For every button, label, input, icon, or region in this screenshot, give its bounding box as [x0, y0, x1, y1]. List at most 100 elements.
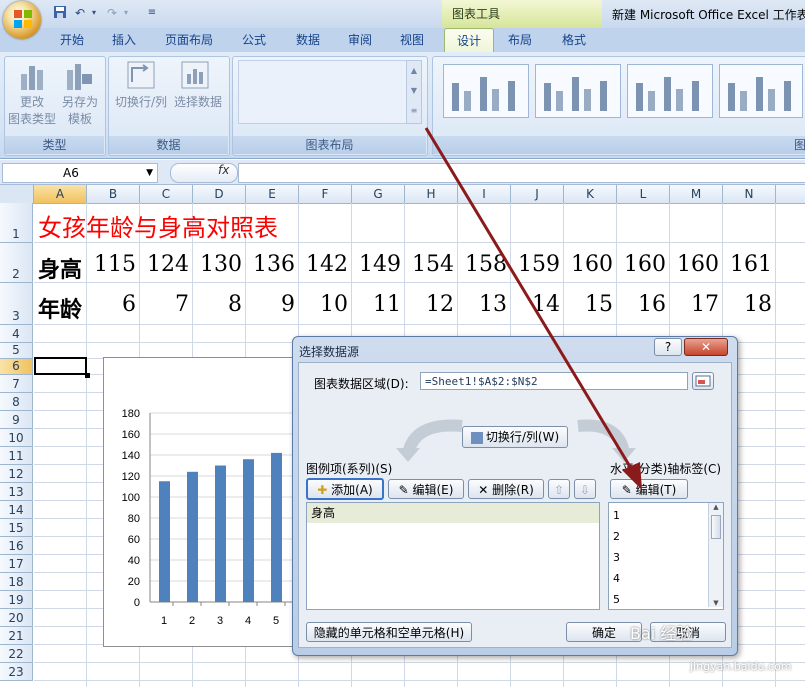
- customize-qat-icon[interactable]: ≡: [144, 5, 160, 21]
- undo-dropdown-icon[interactable]: ▾: [86, 5, 102, 21]
- chart-style-4[interactable]: [719, 64, 803, 118]
- chart-bar[interactable]: [215, 465, 226, 603]
- tab-page-layout[interactable]: 页面布局: [160, 30, 218, 50]
- column-header-n[interactable]: N: [723, 185, 776, 204]
- height-value-cell[interactable]: 161: [725, 252, 772, 277]
- age-value-cell[interactable]: 8: [195, 292, 242, 317]
- column-header-j[interactable]: J: [511, 185, 564, 204]
- row-header-6[interactable]: 6: [0, 359, 33, 375]
- height-value-cell[interactable]: 154: [407, 252, 454, 277]
- column-header-m[interactable]: M: [670, 185, 723, 204]
- switch-row-column-dialog-button[interactable]: 切换行/列(W): [462, 426, 568, 448]
- save-as-template-button[interactable]: 另存为 模板: [56, 94, 104, 128]
- office-button[interactable]: [3, 1, 41, 39]
- row-header-23[interactable]: 23: [0, 663, 33, 681]
- change-chart-type-button[interactable]: 更改 图表类型: [6, 94, 58, 128]
- tab-view[interactable]: 视图: [392, 30, 432, 50]
- column-header-d[interactable]: D: [193, 185, 246, 204]
- row-header-5[interactable]: 5: [0, 343, 33, 359]
- chevron-down-icon[interactable]: ▼: [146, 164, 153, 182]
- age-value-cell[interactable]: 7: [142, 292, 189, 317]
- height-value-cell[interactable]: 158: [460, 252, 507, 277]
- row-header-12[interactable]: 12: [0, 465, 33, 483]
- column-header-a[interactable]: A: [34, 185, 87, 204]
- row-header-20[interactable]: 20: [0, 609, 33, 627]
- axis-label-item[interactable]: 4: [613, 568, 620, 589]
- active-cell-a6[interactable]: [34, 357, 87, 375]
- row-header-22[interactable]: 22: [0, 645, 33, 663]
- chart-style-1[interactable]: [443, 64, 529, 118]
- age-value-cell[interactable]: 14: [513, 292, 560, 317]
- chart-style-3[interactable]: [627, 64, 713, 118]
- range-input[interactable]: =Sheet1!$A$2:$N$2: [420, 372, 688, 390]
- delete-series-button[interactable]: ✕ 删除(R): [468, 479, 544, 499]
- column-header-i[interactable]: I: [458, 185, 511, 204]
- height-value-cell[interactable]: 136: [248, 252, 295, 277]
- height-value-cell[interactable]: 130: [195, 252, 242, 277]
- row-header-17[interactable]: 17: [0, 555, 33, 573]
- column-header-b[interactable]: B: [87, 185, 140, 204]
- hidden-empty-cells-button[interactable]: 隐藏的单元格和空单元格(H): [306, 622, 472, 642]
- redo-dropdown-icon[interactable]: ▾: [118, 5, 134, 21]
- column-header-k[interactable]: K: [564, 185, 617, 204]
- name-box[interactable]: A6 ▼: [2, 163, 158, 183]
- axis-list-scrollbar[interactable]: ▲ ▼: [708, 503, 723, 607]
- column-header-f[interactable]: F: [299, 185, 352, 204]
- row-header-13[interactable]: 13: [0, 483, 33, 501]
- fill-handle[interactable]: [85, 373, 90, 378]
- tab-format[interactable]: 格式: [554, 30, 594, 50]
- move-down-button[interactable]: ⇩: [574, 479, 596, 499]
- row-header-16[interactable]: 16: [0, 537, 33, 555]
- age-value-cell[interactable]: 13: [460, 292, 507, 317]
- column-header-c[interactable]: C: [140, 185, 193, 204]
- age-value-cell[interactable]: 12: [407, 292, 454, 317]
- row-header-14[interactable]: 14: [0, 501, 33, 519]
- column-header-e[interactable]: E: [246, 185, 299, 204]
- move-up-button[interactable]: ⇧: [548, 479, 570, 499]
- tab-insert[interactable]: 插入: [104, 30, 144, 50]
- help-button[interactable]: ?: [654, 338, 682, 356]
- axis-label-item[interactable]: 1: [613, 505, 620, 526]
- row-header-8[interactable]: 8: [0, 393, 33, 411]
- chart-layout-gallery[interactable]: [238, 60, 408, 124]
- height-value-cell[interactable]: 159: [513, 252, 560, 277]
- row-header-18[interactable]: 18: [0, 573, 33, 591]
- row-header-19[interactable]: 19: [0, 591, 33, 609]
- chart-bar[interactable]: [271, 452, 282, 602]
- height-value-cell[interactable]: 149: [354, 252, 401, 277]
- age-value-cell[interactable]: 6: [89, 292, 136, 317]
- row-header-9[interactable]: 9: [0, 411, 33, 429]
- column-header-h[interactable]: H: [405, 185, 458, 204]
- close-button[interactable]: ✕: [684, 338, 728, 356]
- tab-formulas[interactable]: 公式: [234, 30, 274, 50]
- tab-layout[interactable]: 布局: [500, 30, 540, 50]
- add-series-button[interactable]: ✚ 添加(A): [306, 478, 384, 500]
- embedded-chart[interactable]: 0 20 40 60 80 100 120 140 160 180 1 2 3 4 5: [103, 357, 305, 647]
- series-item[interactable]: 身高: [307, 503, 599, 523]
- tab-data[interactable]: 数据: [288, 30, 328, 50]
- row-header-1[interactable]: 1: [0, 203, 33, 243]
- save-icon[interactable]: [52, 5, 68, 21]
- scroll-thumb[interactable]: [711, 515, 721, 539]
- height-value-cell[interactable]: 160: [566, 252, 613, 277]
- tab-review[interactable]: 审阅: [340, 30, 380, 50]
- row-header-4[interactable]: 4: [0, 325, 33, 343]
- edit-axis-labels-button[interactable]: ✎ 编辑(T): [610, 479, 688, 499]
- axis-label-item[interactable]: 2: [613, 526, 620, 547]
- height-value-cell[interactable]: 160: [672, 252, 719, 277]
- age-value-cell[interactable]: 11: [354, 292, 401, 317]
- height-value-cell[interactable]: 124: [142, 252, 189, 277]
- row-header-21[interactable]: 21: [0, 627, 33, 645]
- chart-style-2[interactable]: [535, 64, 621, 118]
- tab-design[interactable]: 设计: [444, 28, 494, 53]
- column-header-overflow[interactable]: [776, 185, 805, 204]
- select-all-corner[interactable]: [0, 185, 34, 204]
- row-header-3[interactable]: 3: [0, 283, 33, 325]
- scroll-up-icon[interactable]: ▲: [709, 503, 723, 511]
- age-value-cell[interactable]: 10: [301, 292, 348, 317]
- chart-bar[interactable]: [243, 459, 254, 602]
- age-value-cell[interactable]: 9: [248, 292, 295, 317]
- chart-bar[interactable]: [187, 471, 198, 602]
- column-header-l[interactable]: L: [617, 185, 670, 204]
- scroll-down-icon[interactable]: ▼: [709, 599, 723, 607]
